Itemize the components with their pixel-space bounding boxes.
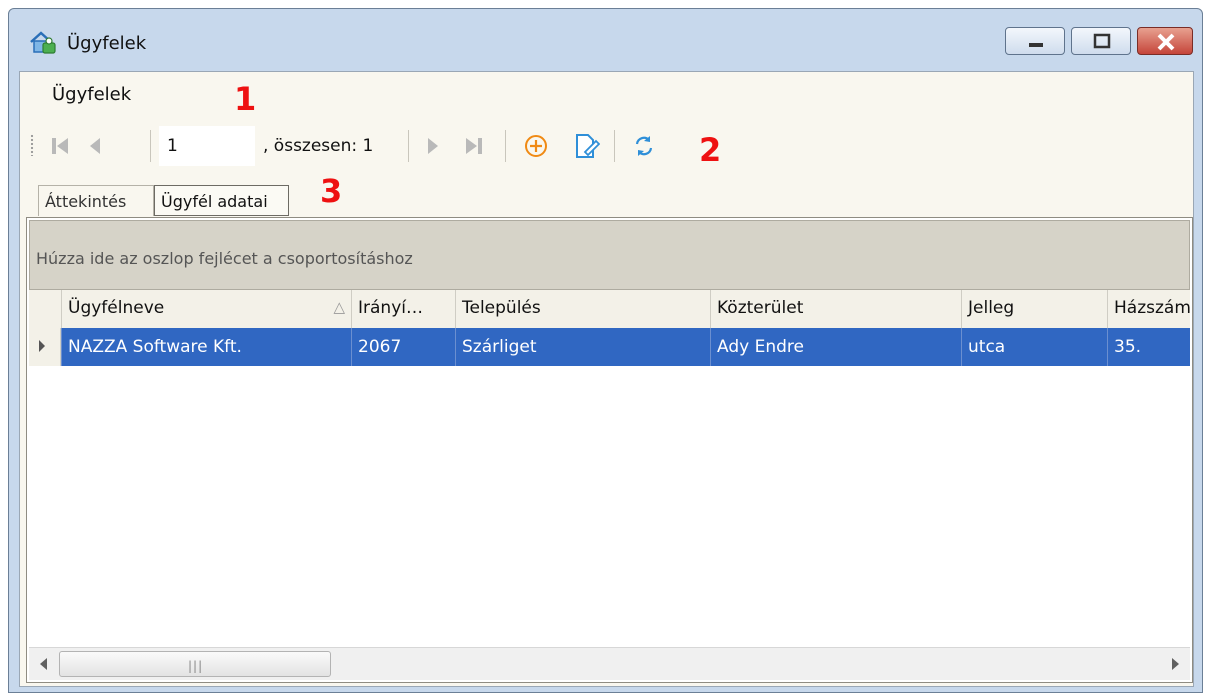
minimize-button[interactable] [1005, 27, 1065, 55]
title-bar: Ügyfelek [9, 9, 1202, 69]
table-row[interactable]: NAZZA Software Kft. 2067 Szárliget Ady E… [29, 328, 1190, 366]
horizontal-scrollbar[interactable]: ||| [29, 647, 1190, 680]
window-title: Ügyfelek [67, 33, 147, 54]
grid-header: Ügyfélneve △ Irányí… Település Közterüle… [29, 290, 1190, 329]
toolbar-separator [505, 130, 506, 162]
scrollbar-thumb[interactable]: ||| [59, 651, 331, 677]
row-indicator[interactable] [29, 328, 61, 366]
cell-ugyfelneve[interactable]: NAZZA Software Kft. [61, 328, 351, 366]
scroll-right-icon[interactable] [1164, 652, 1186, 676]
thumb-grip-icon: ||| [188, 659, 204, 673]
first-record-icon[interactable] [48, 132, 74, 160]
column-header-kozterulet[interactable]: Közterület [710, 290, 961, 328]
column-header-label: Ügyfélneve [68, 298, 165, 318]
column-header-hazszam[interactable]: Házszám [1107, 290, 1190, 328]
last-record-icon[interactable] [460, 132, 486, 160]
column-header-jelleg[interactable]: Jelleg [961, 290, 1107, 328]
maximize-icon [1093, 33, 1111, 49]
sort-ascending-icon: △ [333, 298, 345, 316]
next-record-icon[interactable] [420, 132, 446, 160]
annotation-marker-1: 1 [234, 80, 257, 118]
menu-item-ugyfelek[interactable]: Ügyfelek [52, 84, 131, 105]
main-window: Ügyfelek Ügyfelek , összesen: 1 [8, 8, 1203, 693]
edit-icon[interactable] [574, 132, 600, 160]
close-button[interactable] [1137, 27, 1193, 55]
previous-record-icon[interactable] [82, 132, 108, 160]
annotation-marker-3: 3 [320, 172, 343, 210]
current-row-arrow-icon [39, 340, 45, 352]
navigator-toolbar: , összesen: 1 [20, 118, 1193, 176]
toolbar-grip[interactable] [30, 134, 34, 156]
cell-kozterulet[interactable]: Ady Endre [710, 328, 961, 366]
cell-iranyitoszam[interactable]: 2067 [351, 328, 455, 366]
group-by-panel[interactable]: Húzza ide az oszlop fejlécet a csoportos… [29, 220, 1190, 290]
record-position-input[interactable] [159, 126, 255, 166]
column-header-telepules[interactable]: Település [455, 290, 710, 328]
column-header-ugyfelneve[interactable]: Ügyfélneve △ [61, 290, 351, 328]
tab-attekintes[interactable]: Áttekintés [38, 185, 154, 216]
column-header-iranyitoszam[interactable]: Irányí… [351, 290, 455, 328]
cell-hazszam[interactable]: 35. [1107, 328, 1190, 366]
toolbar-separator [150, 130, 151, 162]
menu-bar: Ügyfelek [20, 72, 1193, 118]
toolbar-separator [614, 130, 615, 162]
cell-telepules[interactable]: Szárliget [455, 328, 710, 366]
customers-house-icon [30, 31, 56, 54]
tab-ugyfel-adatai[interactable]: Ügyfél adatai [154, 185, 289, 216]
close-icon [1157, 33, 1175, 51]
maximize-button[interactable] [1071, 27, 1131, 55]
overview-panel: Húzza ide az oszlop fejlécet a csoportos… [26, 217, 1193, 683]
minimize-icon [1029, 43, 1043, 47]
group-by-hint: Húzza ide az oszlop fejlécet a csoportos… [36, 249, 413, 268]
cell-jelleg[interactable]: utca [961, 328, 1107, 366]
toolbar-separator [408, 130, 409, 162]
scroll-left-icon[interactable] [33, 652, 55, 676]
record-total-label: , összesen: 1 [263, 136, 374, 156]
refresh-icon[interactable] [631, 132, 657, 160]
annotation-marker-2: 2 [699, 131, 722, 169]
add-icon[interactable] [523, 132, 549, 160]
client-area: Ügyfelek , összesen: 1 [19, 71, 1194, 687]
